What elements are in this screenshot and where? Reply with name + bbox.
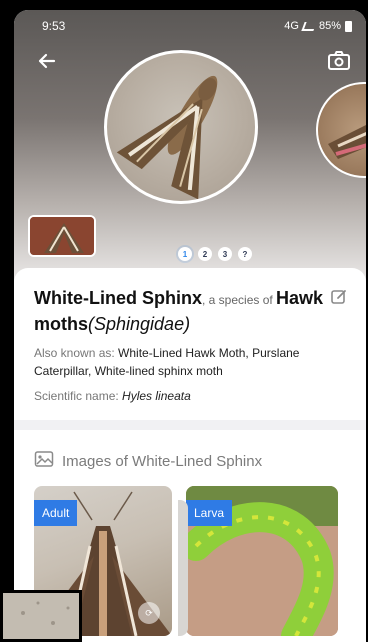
image-more-icon[interactable]: ⟳ [138,602,160,624]
hero-photo-area: 9:53 4G 85% 1 2 3 ? [14,10,366,280]
battery-label: 85% [318,20,341,32]
battery-icon [345,20,352,32]
adult-tag: Adult [34,500,78,526]
status-time: 9:53 [42,19,66,33]
species-title: White-Lined Sphinx, a species of Hawk mo… [34,286,334,336]
gallery-icon [34,450,54,472]
next-card-peek [178,500,188,636]
images-heading: Images of White-Lined Sphinx [34,450,346,472]
back-arrow-icon[interactable] [34,48,60,74]
species-info-card: White-Lined Sphinx, a species of Hawk mo… [14,268,366,420]
app-screen: 9:53 4G 85% 1 2 3 ? White-Lined Sphinx, … [14,10,366,642]
pager-dot-2[interactable]: 2 [198,247,212,261]
species-connector: , a species of [202,293,277,307]
sci-label: Scientific name: [34,389,123,403]
signal-icon [301,21,317,31]
pager-dot-3[interactable]: 3 [218,247,232,261]
species-name: White-Lined Sphinx [34,288,202,308]
larva-image-card[interactable]: Larva [186,486,338,636]
status-icons: 4G 85% [284,20,352,32]
images-heading-text: Images of White-Lined Sphinx [62,452,263,470]
scientific-name: Scientific name: Hyles lineata [34,389,346,403]
moth-main-photo[interactable] [104,50,258,204]
pager-dot-help[interactable]: ? [238,247,252,261]
aka-label: Also known as: [34,346,119,360]
camera-icon[interactable] [326,48,352,74]
floating-thumbnail [0,590,82,642]
network-label: 4G [284,20,299,32]
selected-photo-thumbnail[interactable] [28,215,96,257]
pager-dot-1[interactable]: 1 [178,247,192,261]
sci-value: Hyles lineata [122,389,191,403]
photo-pager: 1 2 3 ? [178,247,252,261]
status-bar: 9:53 4G 85% [14,10,366,42]
also-known-as: Also known as: White-Lined Hawk Moth, Pu… [34,344,346,380]
moth-side-photo[interactable] [316,82,366,178]
species-family-sci: (Sphingidae) [88,314,191,334]
larva-tag: Larva [186,500,233,526]
edit-icon[interactable] [330,288,348,306]
